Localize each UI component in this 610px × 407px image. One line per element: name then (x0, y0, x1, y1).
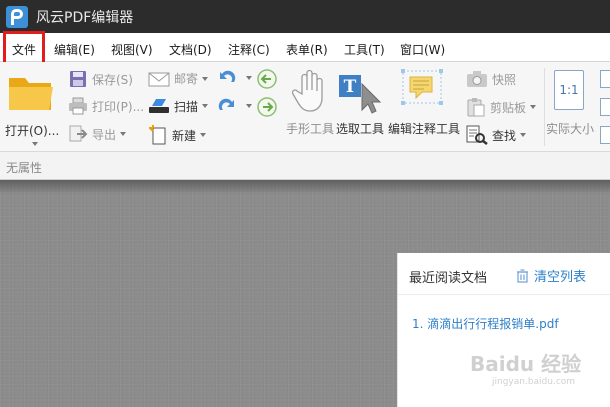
redo-icon[interactable] (216, 96, 238, 116)
printer-icon (69, 97, 87, 115)
export-button[interactable]: 导出 (68, 125, 127, 143)
baidu-watermark: Baidu 经验 (470, 352, 582, 376)
clipboard-dropdown-icon (530, 105, 537, 109)
open-dropdown-icon (32, 142, 38, 146)
properties-label: 无属性 (6, 161, 43, 175)
print-button[interactable]: 打印(P)... (68, 97, 144, 115)
edit-annotation-icon (401, 69, 443, 105)
ribbon-separator (544, 68, 545, 146)
new-dropdown-icon (200, 133, 207, 137)
actual-size-label: 实际大小 (546, 122, 595, 136)
export-icon (69, 125, 88, 142)
scan-dropdown-icon (202, 104, 209, 108)
find-button[interactable]: 查找 (466, 125, 527, 145)
menu-document[interactable]: 文档(D) (169, 41, 212, 58)
undo-dropdown-icon[interactable] (246, 76, 252, 80)
find-icon (466, 125, 488, 145)
snapshot-button[interactable]: 快照 (466, 70, 516, 88)
actual-size-button[interactable]: 1:1 实际大小 (546, 64, 598, 136)
clear-list-button[interactable]: 清空列表 (516, 266, 586, 285)
menu-comment[interactable]: 注释(C) (228, 41, 270, 58)
new-button[interactable]: 新建 (148, 125, 207, 145)
trash-icon (517, 268, 528, 283)
new-document-icon (149, 125, 166, 145)
scan-button[interactable]: 扫描 (148, 97, 209, 115)
recent-file-item[interactable]: 1. 滴滴出行行程报销单.pdf (412, 315, 559, 332)
redo-dropdown-icon[interactable] (246, 104, 252, 108)
open-label: 打开(O)... (5, 124, 60, 138)
envelope-icon (148, 72, 170, 86)
export-dropdown-icon (120, 132, 127, 136)
hand-tool-button[interactable]: 手形工具 (284, 64, 336, 136)
properties-bar: 无属性 (0, 152, 610, 180)
recent-documents-title: 最近阅读文档 (409, 271, 488, 286)
menu-window[interactable]: 窗口(W) (400, 41, 445, 58)
hand-icon (292, 69, 323, 112)
hand-tool-label: 手形工具 (286, 122, 335, 136)
forward-icon[interactable] (256, 96, 278, 118)
workspace-shadow (0, 180, 610, 194)
ribbon-toolbar: 打开(O)... 保存(S) 打印(P)... 导出 邮寄 扫描 新建 手形工具… (0, 62, 610, 152)
mail-button[interactable]: 邮寄 (148, 70, 209, 87)
menu-edit[interactable]: 编辑(E) (54, 41, 95, 58)
clipboard-icon (467, 98, 485, 117)
folder-icon (9, 78, 53, 110)
app-logo-icon (6, 5, 28, 28)
save-icon (70, 71, 86, 87)
window-title: 风云PDF编辑器 (36, 9, 134, 26)
menu-view[interactable]: 视图(V) (111, 41, 153, 58)
baidu-watermark-url: jingyan.baidu.com (492, 377, 576, 387)
edit-annotation-tool-button[interactable]: 编辑注释工具 (388, 64, 462, 136)
save-button[interactable]: 保存(S) (68, 70, 133, 88)
clipboard-button[interactable]: 剪贴板 (466, 97, 537, 117)
select-text-icon: T (339, 75, 382, 114)
find-dropdown-icon (520, 133, 527, 137)
edit-annotation-tool-label: 编辑注释工具 (388, 122, 461, 136)
fit-width-icon[interactable] (600, 70, 610, 88)
actual-size-icon: 1:1 (554, 70, 584, 110)
select-tool-label: 选取工具 (336, 122, 385, 136)
undo-icon[interactable] (216, 68, 238, 88)
scanner-icon (149, 99, 169, 113)
menu-bar: 文件 编辑(E) 视图(V) 文档(D) 注释(C) 表单(R) 工具(T) 窗… (0, 33, 610, 62)
recent-separator (398, 294, 610, 295)
svg-text:T: T (344, 77, 357, 97)
menu-form[interactable]: 表单(R) (286, 41, 328, 58)
back-icon[interactable] (256, 68, 278, 90)
select-tool-button[interactable]: T 选取工具 (334, 64, 388, 136)
fit-visible-icon[interactable] (600, 126, 610, 144)
fit-page-icon[interactable] (600, 98, 610, 116)
mail-dropdown-icon (202, 76, 209, 81)
menu-tools[interactable]: 工具(T) (344, 41, 385, 58)
title-bar: 风云PDF编辑器 (0, 0, 610, 33)
camera-icon (467, 71, 487, 87)
open-button[interactable]: 打开(O)... (3, 66, 59, 146)
